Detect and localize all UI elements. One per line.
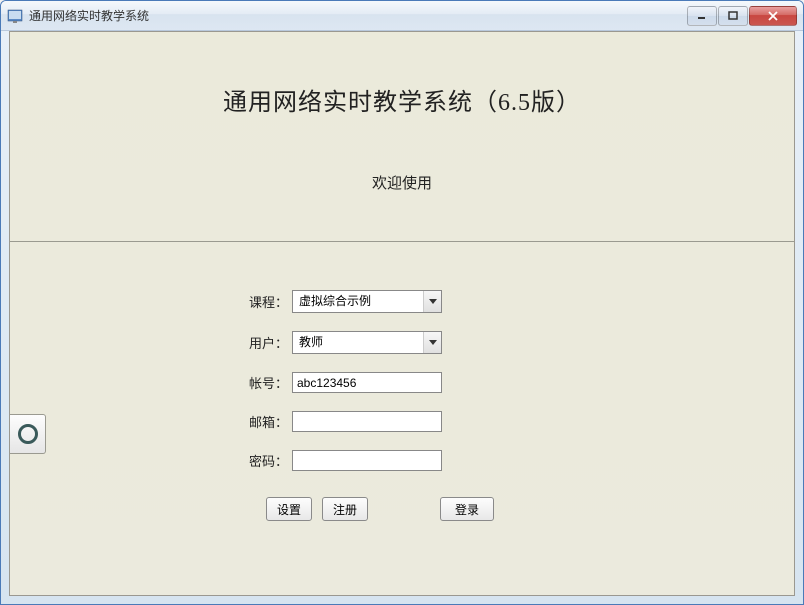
course-label: 课程： xyxy=(222,292,292,311)
user-select[interactable]: 教师 xyxy=(292,331,442,354)
client-area: 通用网络实时教学系统（6.5版） 欢迎使用 课程： 虚拟综合示例 用户： 教师 xyxy=(9,31,795,596)
register-button[interactable]: 注册 xyxy=(322,497,368,521)
course-select-value: 虚拟综合示例 xyxy=(292,290,442,313)
window-controls xyxy=(687,6,797,26)
close-button[interactable] xyxy=(749,6,797,26)
maximize-button[interactable] xyxy=(718,6,748,26)
header-section: 通用网络实时教学系统（6.5版） 欢迎使用 xyxy=(10,32,794,193)
app-window: 通用网络实时教学系统 通用网络实时教学系统（6.5版） 欢迎使用 课程： 虚拟综… xyxy=(0,0,804,605)
user-label: 用户： xyxy=(222,333,292,352)
account-label: 帐号： xyxy=(222,373,292,392)
email-row: 邮箱： xyxy=(222,411,582,432)
app-icon xyxy=(7,8,23,24)
login-form: 课程： 虚拟综合示例 用户： 教师 帐号： xyxy=(10,290,794,521)
password-input[interactable] xyxy=(292,450,442,471)
user-select-value: 教师 xyxy=(292,331,442,354)
account-row: 帐号： xyxy=(222,372,582,393)
window-title: 通用网络实时教学系统 xyxy=(29,7,687,24)
password-row: 密码： xyxy=(222,450,582,471)
circle-icon xyxy=(18,424,38,444)
divider xyxy=(10,241,794,242)
settings-button[interactable]: 设置 xyxy=(266,497,312,521)
user-row: 用户： 教师 xyxy=(222,331,582,354)
account-input[interactable] xyxy=(292,372,442,393)
course-row: 课程： 虚拟综合示例 xyxy=(222,290,582,313)
email-input[interactable] xyxy=(292,411,442,432)
main-title: 通用网络实时教学系统（6.5版） xyxy=(10,82,794,117)
button-row: 设置 注册 登录 xyxy=(222,497,582,521)
welcome-text: 欢迎使用 xyxy=(10,172,794,193)
titlebar[interactable]: 通用网络实时教学系统 xyxy=(1,1,803,31)
side-toggle-button[interactable] xyxy=(10,414,46,454)
minimize-button[interactable] xyxy=(687,6,717,26)
password-label: 密码： xyxy=(222,451,292,470)
login-button[interactable]: 登录 xyxy=(440,497,494,521)
email-label: 邮箱： xyxy=(222,412,292,431)
course-select[interactable]: 虚拟综合示例 xyxy=(292,290,442,313)
